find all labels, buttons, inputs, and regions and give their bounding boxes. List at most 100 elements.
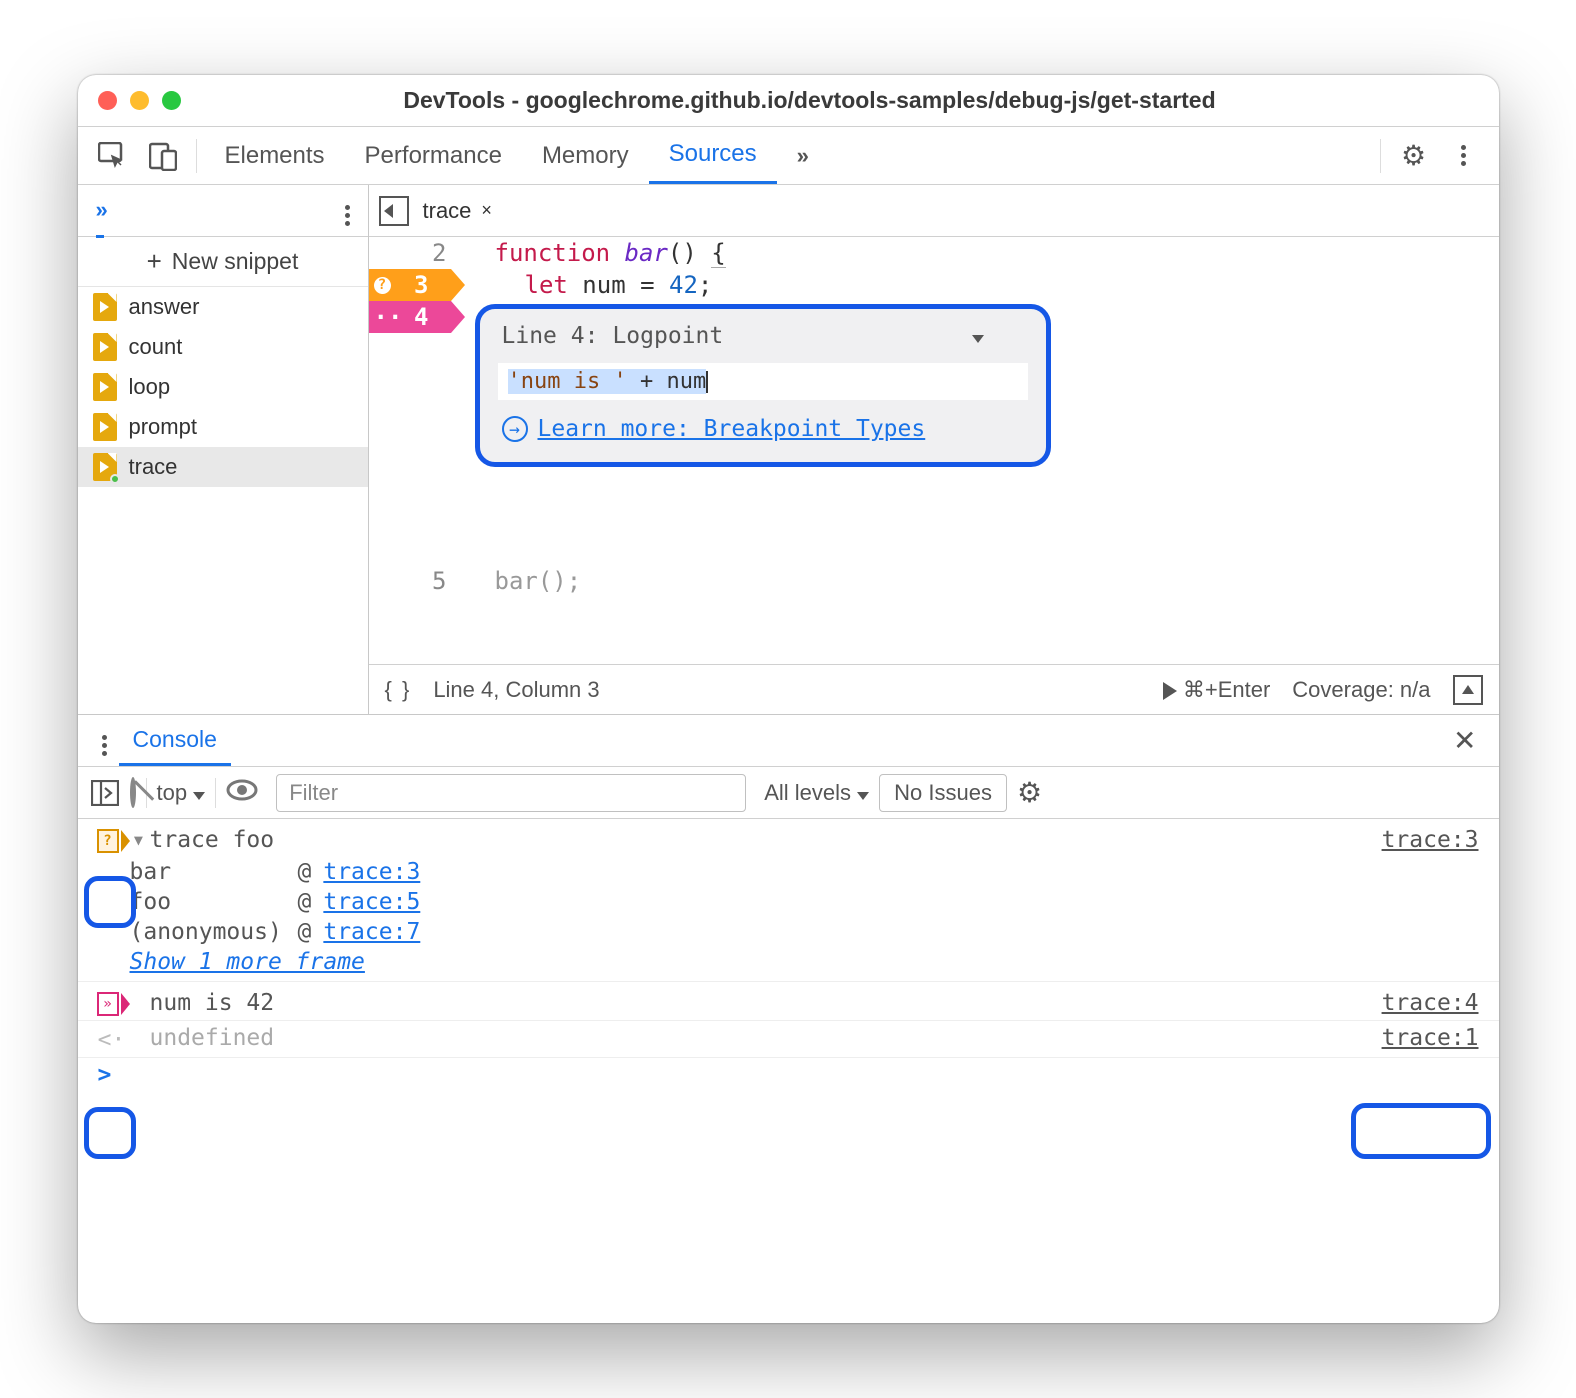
modified-badge xyxy=(110,474,120,484)
file-name: prompt xyxy=(129,414,197,440)
code-line-5: bar(); xyxy=(453,565,582,597)
chevron-down-icon xyxy=(857,792,869,800)
console-filter-input[interactable]: Filter xyxy=(276,774,746,812)
console-tab-strip: Console ✕ xyxy=(78,715,1499,767)
snippet-file-icon xyxy=(93,413,117,441)
console-source-link[interactable]: trace:3 xyxy=(1382,827,1479,853)
console-sidebar-toggle-icon[interactable] xyxy=(90,778,120,808)
navigator-toggle-icon[interactable] xyxy=(379,196,409,226)
editor-tab-strip: trace × xyxy=(369,185,1499,237)
code-line-3: let num = 42; xyxy=(451,269,713,301)
tab-memory[interactable]: Memory xyxy=(522,127,649,184)
plus-icon: + xyxy=(147,246,162,277)
logpoint-marker-icon: ·· xyxy=(374,303,403,331)
issues-button[interactable]: No Issues xyxy=(879,774,1007,812)
console-message: trace foo xyxy=(150,827,1382,853)
close-tab-icon[interactable]: × xyxy=(481,200,492,221)
file-item-answer[interactable]: answer xyxy=(78,287,368,327)
show-more-editor-button[interactable] xyxy=(1453,675,1483,705)
console-drawer: Console ✕ top Filter All levels No Issue… xyxy=(78,715,1499,1323)
snippet-file-icon xyxy=(93,453,117,481)
window-titlebar: DevTools - googlechrome.github.io/devtoo… xyxy=(78,75,1499,127)
console-tab[interactable]: Console xyxy=(119,715,231,766)
conditional-breakpoint-tag-icon: ? xyxy=(97,829,127,853)
execution-context-dropdown[interactable]: top xyxy=(157,780,206,806)
inspect-element-icon[interactable] xyxy=(92,137,134,175)
window-title: DevTools - googlechrome.github.io/devtoo… xyxy=(211,87,1479,114)
devtools-tabbar: Elements Performance Memory Sources » ⚙ xyxy=(78,127,1499,185)
stack-frame: foo@trace:5 xyxy=(78,887,1499,917)
cursor-position: Line 4, Column 3 xyxy=(433,677,599,703)
log-levels-dropdown[interactable]: All levels xyxy=(764,780,869,806)
drawer-kebab-icon[interactable] xyxy=(90,727,119,754)
close-window-button[interactable] xyxy=(98,91,117,110)
gutter-line-5[interactable]: 5 xyxy=(369,565,453,597)
stack-frame-link[interactable]: trace:3 xyxy=(323,859,420,885)
console-entry-logpoint: » num is 42 trace:4 xyxy=(78,981,1499,1020)
console-message: num is 42 xyxy=(150,990,1382,1016)
file-item-loop[interactable]: loop xyxy=(78,367,368,407)
live-expression-icon[interactable] xyxy=(226,779,258,807)
console-source-link[interactable]: trace:1 xyxy=(1382,1025,1479,1051)
device-toolbar-icon[interactable] xyxy=(142,137,184,175)
learn-more-link[interactable]: Learn more: Breakpoint Types xyxy=(538,416,926,442)
play-icon xyxy=(1163,682,1177,700)
stack-frame: bar@trace:3 xyxy=(78,857,1499,887)
code-line-2: function bar() { xyxy=(453,237,726,269)
code-area[interactable]: 2 function bar() { ? 3 let num = 42; ·· … xyxy=(369,237,1499,664)
run-snippet-button[interactable]: ⌘+Enter xyxy=(1163,677,1271,703)
window-controls xyxy=(98,91,181,110)
zoom-window-button[interactable] xyxy=(162,91,181,110)
logpoint-expression-input[interactable]: 'num is ' + num xyxy=(498,363,1028,400)
sidebar-tabs: » xyxy=(78,185,368,237)
console-settings-gear-icon[interactable]: ⚙ xyxy=(1017,776,1042,809)
logpoint-tag-icon: » xyxy=(97,992,127,1016)
stack-frame-link[interactable]: trace:5 xyxy=(323,889,420,915)
devtools-window: DevTools - googlechrome.github.io/devtoo… xyxy=(78,75,1499,1323)
console-message: undefined xyxy=(150,1025,1382,1051)
file-item-count[interactable]: count xyxy=(78,327,368,367)
console-toolbar: top Filter All levels No Issues ⚙ xyxy=(78,767,1499,819)
snippets-sidebar: » + New snippet answer count loop xyxy=(78,185,369,714)
editor-tab-trace[interactable]: trace × xyxy=(423,198,492,224)
stack-frame-link[interactable]: trace:7 xyxy=(323,919,420,945)
prompt-chevron-icon: > xyxy=(98,1062,112,1088)
pretty-print-button[interactable]: { } xyxy=(385,677,412,703)
file-item-trace[interactable]: trace xyxy=(78,447,368,487)
tab-performance[interactable]: Performance xyxy=(345,127,522,184)
file-name: count xyxy=(129,334,183,360)
breakpoint-type-dropdown[interactable]: Logpoint xyxy=(612,323,984,349)
console-source-link[interactable]: trace:4 xyxy=(1382,990,1479,1016)
conditional-marker-icon: ? xyxy=(374,277,391,294)
gutter-line-2[interactable]: 2 xyxy=(369,237,453,269)
clear-console-icon[interactable] xyxy=(130,780,136,806)
show-more-frames-link[interactable]: Show 1 more frame xyxy=(130,949,365,975)
stack-frame: (anonymous)@trace:7 xyxy=(78,917,1499,947)
code-editor: trace × 2 function bar() { ? 3 let num =… xyxy=(369,185,1499,714)
minimize-window-button[interactable] xyxy=(130,91,149,110)
new-snippet-button[interactable]: + New snippet xyxy=(78,237,368,287)
tab-elements[interactable]: Elements xyxy=(205,127,345,184)
arrow-circle-icon: → xyxy=(502,416,528,442)
gutter-logpoint-line-4[interactable]: ·· 4 xyxy=(369,301,451,333)
sidebar-kebab-icon[interactable] xyxy=(345,198,350,224)
close-drawer-icon[interactable]: ✕ xyxy=(1443,724,1486,757)
console-output: ? ▾ trace foo trace:3 bar@trace:3 foo@tr… xyxy=(78,819,1499,1323)
snippet-file-icon xyxy=(93,373,117,401)
file-name: trace xyxy=(129,454,178,480)
chevron-down-icon xyxy=(193,792,205,800)
gutter-conditional-breakpoint-line-3[interactable]: ? 3 xyxy=(369,269,451,301)
tabs-overflow-button[interactable]: » xyxy=(777,127,825,184)
file-name: answer xyxy=(129,294,200,320)
console-prompt[interactable]: > xyxy=(78,1057,1499,1092)
kebab-menu-icon[interactable] xyxy=(1443,137,1485,175)
sidebar-overflow-button[interactable]: » xyxy=(96,197,104,238)
tab-sources[interactable]: Sources xyxy=(649,127,777,184)
breakpoint-edit-popup: Line 4: Logpoint 'num is ' + num → Learn… xyxy=(475,304,1051,467)
console-entry-return: <· undefined trace:1 xyxy=(78,1020,1499,1057)
file-name: loop xyxy=(129,374,171,400)
file-item-prompt[interactable]: prompt xyxy=(78,407,368,447)
settings-gear-icon[interactable]: ⚙ xyxy=(1393,137,1435,175)
editor-tab-name: trace xyxy=(423,198,472,224)
popup-line-label: Line 4: xyxy=(502,323,599,349)
